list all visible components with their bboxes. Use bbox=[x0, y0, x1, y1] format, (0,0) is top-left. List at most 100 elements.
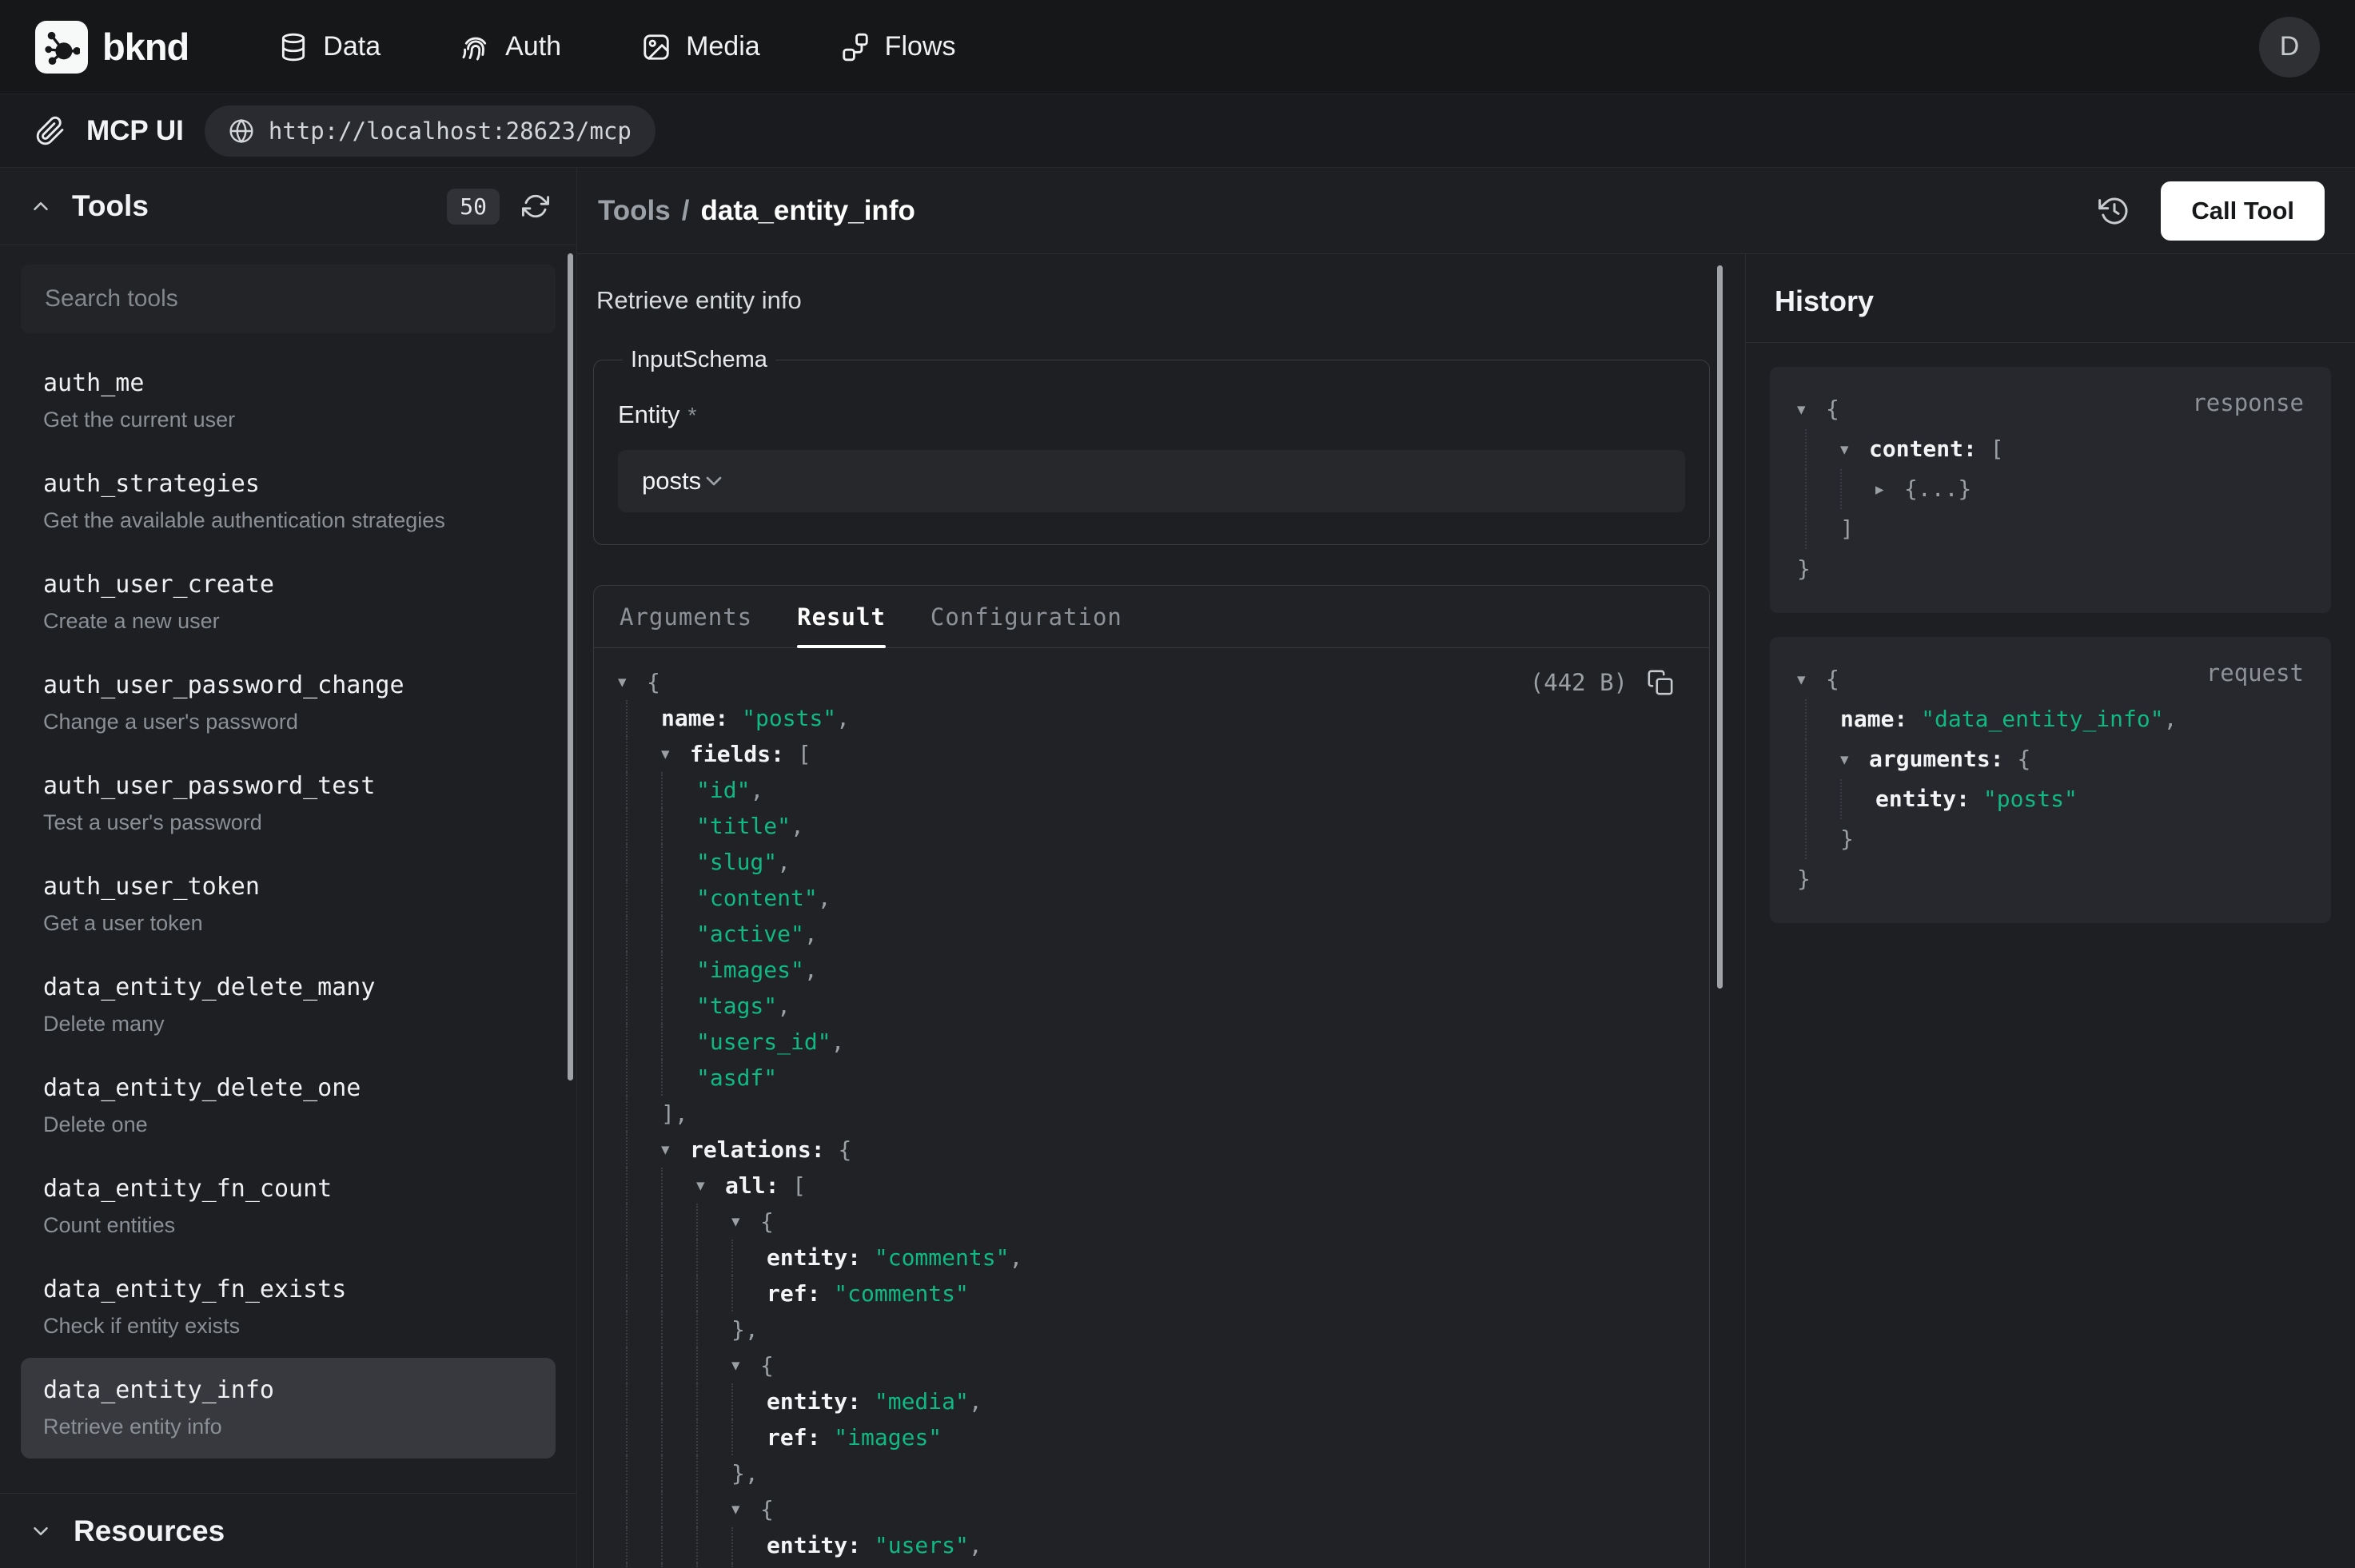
brand-name: bknd bbox=[102, 25, 189, 69]
json-punctuation: { bbox=[838, 1132, 851, 1168]
indent-guide bbox=[626, 844, 661, 880]
collapse-toggle-icon[interactable]: ▾ bbox=[1797, 389, 1826, 429]
json-string: "images" bbox=[834, 1419, 942, 1455]
tool-name: data_entity_fn_exists bbox=[43, 1275, 533, 1305]
breadcrumb-tools-link[interactable]: Tools bbox=[598, 195, 671, 227]
primary-nav: Data Auth bbox=[278, 31, 955, 62]
sidebar-item-auth_user_password_change[interactable]: auth_user_password_changeChange a user's… bbox=[21, 653, 556, 754]
sidebar-item-auth_user_create[interactable]: auth_user_createCreate a new user bbox=[21, 552, 556, 653]
json-line: ▾{ bbox=[618, 1347, 1680, 1383]
globe-icon bbox=[229, 118, 254, 144]
collapse-toggle-icon[interactable]: ▾ bbox=[618, 664, 647, 700]
collapse-toggle-icon[interactable]: ▾ bbox=[731, 1204, 760, 1240]
call-tool-button[interactable]: Call Tool bbox=[2161, 181, 2325, 241]
indent-guide bbox=[696, 1383, 731, 1419]
sidebar-scrollbar-thumb[interactable] bbox=[568, 253, 573, 1080]
indent-guide bbox=[626, 1527, 661, 1563]
json-line: "images", bbox=[618, 952, 1680, 988]
history-panel: History response▾{▾content: [▸{...}]}req… bbox=[1746, 254, 2355, 1568]
json-punctuation: , bbox=[836, 700, 850, 736]
indent-guide bbox=[661, 916, 696, 952]
resources-section-header[interactable]: Resources bbox=[0, 1493, 576, 1568]
sidebar-item-data_entity_delete_one[interactable]: data_entity_delete_oneDelete one bbox=[21, 1056, 556, 1156]
entity-select-value: posts bbox=[642, 467, 701, 495]
search-input[interactable] bbox=[21, 265, 556, 333]
sidebar-item-data_entity_fn_count[interactable]: data_entity_fn_countCount entities bbox=[21, 1156, 556, 1257]
entity-label-text: Entity bbox=[618, 400, 680, 428]
json-punctuation: { bbox=[1826, 659, 1839, 699]
main-scrollbar-thumb[interactable] bbox=[1717, 265, 1723, 989]
nav-item-media[interactable]: Media bbox=[641, 31, 760, 62]
tool-description: Change a user's password bbox=[43, 709, 533, 734]
sidebar-item-data_entity_info[interactable]: data_entity_infoRetrieve entity info bbox=[21, 1358, 556, 1459]
json-line: }, bbox=[618, 1311, 1680, 1347]
history-card-tag: response bbox=[2192, 389, 2304, 416]
indent-guide bbox=[661, 1419, 696, 1455]
collapse-toggle-icon[interactable]: ▾ bbox=[731, 1491, 760, 1527]
expand-toggle-icon[interactable]: ▸ bbox=[1875, 469, 1904, 509]
fingerprint-icon bbox=[460, 32, 491, 62]
collapse-toggle-icon[interactable]: ▾ bbox=[661, 736, 690, 772]
sidebar-item-auth_me[interactable]: auth_meGet the current user bbox=[21, 351, 556, 452]
json-punctuation: } bbox=[1797, 549, 1811, 589]
json-line: } bbox=[1797, 819, 2304, 859]
tools-sidebar: Tools 50 auth_meGet the current userauth… bbox=[0, 168, 577, 1568]
collapse-toggle-icon[interactable]: ▾ bbox=[1840, 429, 1869, 469]
collapse-toggle-icon[interactable]: ▾ bbox=[696, 1168, 725, 1204]
json-line: "title", bbox=[618, 808, 1680, 844]
history-cards: response▾{▾content: [▸{...}]}request▾{na… bbox=[1746, 343, 2355, 947]
user-avatar[interactable]: D bbox=[2259, 17, 2320, 78]
tools-section-header[interactable]: Tools 50 bbox=[0, 168, 576, 245]
collapse-toggle-icon[interactable]: ▾ bbox=[731, 1347, 760, 1383]
tab-result[interactable]: Result bbox=[797, 586, 886, 647]
indent-guide bbox=[1805, 429, 1840, 469]
sidebar-item-auth_user_password_test[interactable]: auth_user_password_testTest a user's pas… bbox=[21, 754, 556, 854]
sidebar-item-auth_strategies[interactable]: auth_strategiesGet the available authent… bbox=[21, 452, 556, 552]
json-string: "title" bbox=[696, 808, 791, 844]
breadcrumb-separator: / bbox=[682, 195, 690, 227]
media-icon bbox=[641, 32, 671, 62]
sidebar-item-data_entity_delete_many[interactable]: data_entity_delete_manyDelete many bbox=[21, 955, 556, 1056]
json-punctuation: , bbox=[969, 1383, 982, 1419]
indent-guide bbox=[626, 1275, 661, 1311]
top-nav: bknd Data bbox=[0, 0, 2355, 94]
indent-guide bbox=[696, 1563, 731, 1568]
collapse-toggle-icon[interactable]: ▾ bbox=[1840, 739, 1869, 779]
indent-guide bbox=[626, 1096, 661, 1132]
entity-select[interactable]: posts bbox=[618, 450, 1685, 512]
collapse-toggle-icon[interactable]: ▾ bbox=[661, 1132, 690, 1168]
sidebar-item-auth_user_token[interactable]: auth_user_tokenGet a user token bbox=[21, 854, 556, 955]
indent-guide bbox=[626, 1024, 661, 1060]
collapse-toggle-icon[interactable]: ▾ bbox=[1797, 659, 1826, 699]
indent-guide bbox=[696, 1455, 731, 1491]
history-card-request[interactable]: request▾{name: "data_entity_info",▾argum… bbox=[1770, 637, 2331, 923]
sidebar-item-data_entity_fn_exists[interactable]: data_entity_fn_existsCheck if entity exi… bbox=[21, 1257, 556, 1358]
json-key: ref: bbox=[767, 1275, 834, 1311]
result-json-lines: ▾{name: "posts",▾fields: ["id","title","… bbox=[618, 664, 1680, 1568]
brand-logo[interactable]: bknd bbox=[35, 21, 189, 74]
nav-item-data[interactable]: Data bbox=[278, 31, 381, 62]
tab-configuration[interactable]: Configuration bbox=[930, 586, 1122, 647]
tool-list: auth_meGet the current userauth_strategi… bbox=[21, 351, 556, 1459]
indent-guide bbox=[1805, 699, 1840, 739]
indent-guide bbox=[626, 1563, 661, 1568]
refresh-tools-button[interactable] bbox=[519, 189, 552, 223]
nav-item-auth[interactable]: Auth bbox=[460, 31, 561, 62]
tab-arguments[interactable]: Arguments bbox=[620, 586, 752, 647]
history-card-response[interactable]: response▾{▾content: [▸{...}]} bbox=[1770, 367, 2331, 613]
resources-section-title: Resources bbox=[74, 1514, 225, 1548]
copy-result-button[interactable] bbox=[1644, 666, 1677, 699]
main-area: Tools / data_entity_info bbox=[577, 168, 2355, 1568]
indent-guide bbox=[661, 1491, 696, 1527]
json-string: "comments" bbox=[875, 1240, 1010, 1275]
mcp-url-pill[interactable]: http://localhost:28623/mcp bbox=[205, 105, 655, 157]
history-toggle-button[interactable] bbox=[2095, 192, 2134, 230]
json-punctuation: } bbox=[1797, 859, 1811, 899]
json-punctuation: {...} bbox=[1904, 469, 1971, 509]
tool-name: auth_user_create bbox=[43, 570, 533, 600]
json-line: } bbox=[1797, 859, 2304, 899]
indent-guide bbox=[661, 844, 696, 880]
tool-description: Delete one bbox=[43, 1112, 533, 1137]
nav-item-flows[interactable]: Flows bbox=[840, 31, 956, 62]
json-string: "tags" bbox=[696, 988, 777, 1024]
